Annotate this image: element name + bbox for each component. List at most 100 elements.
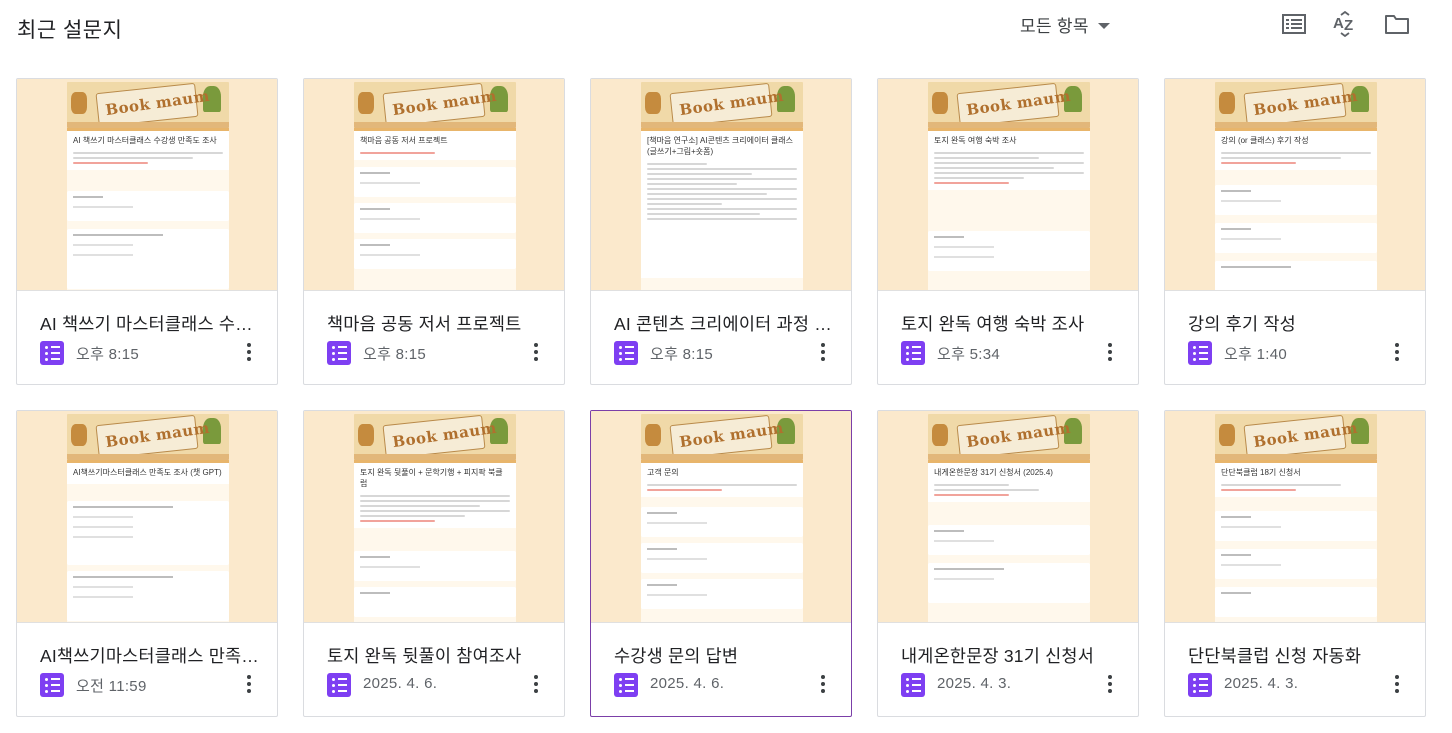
form-preview-title: 단단북클럽 18기 신청서 [1221,468,1301,477]
google-forms-icon [901,341,925,365]
form-preview: [책마음 연구소] AI콘텐츠 크리에이터 클래스 (글쓰기+그림+숏폼) [641,128,803,278]
card-title: AI책쓰기마스터클래스 만족도 조사 [40,646,262,666]
more-options-icon[interactable] [1387,339,1407,365]
bookmaum-banner-image: Book maum [354,414,516,460]
form-preview-title: 강의 (or 클래스) 후기 작성 [1221,136,1309,145]
card-title: 토지 완독 뒷풀이 참여조사 [327,646,522,666]
google-forms-icon [40,341,64,365]
form-preview: 책마음 공동 저서 프로젝트 [354,128,516,160]
svg-text:A: A [1333,15,1344,32]
form-preview: 내게온한문장 31기 신청서 (2025.4) [928,460,1090,502]
form-card[interactable]: Book maum 토지 완독 뒷풀이 + 문학기행 + 피지팍 북클럽 토지 … [303,410,565,717]
more-options-icon[interactable] [526,671,546,697]
more-options-icon[interactable] [239,671,259,697]
card-time: 2025. 4. 3. [1224,675,1299,692]
more-options-icon[interactable] [1387,671,1407,697]
form-thumbnail: Book maum AI 책쓰기 마스터클래스 수강생 만족도 조사 [17,79,277,291]
form-preview: 강의 (or 클래스) 후기 작성 [1215,128,1377,170]
bookmaum-banner-image: Book maum [1215,414,1377,460]
card-title: 토지 완독 여행 숙박 조사 [901,314,1085,334]
filter-label: 모든 항목 [1020,17,1089,36]
card-time: 2025. 4. 6. [650,675,725,692]
card-title: 내게온한문장 31기 신청서 [901,646,1094,666]
card-title: AI 콘텐츠 크리에이터 과정 신청서 [614,314,836,334]
google-forms-icon [327,673,351,697]
form-preview-title: 토지 완독 여행 숙박 조사 [934,136,1017,145]
google-forms-icon [1188,341,1212,365]
bookmaum-banner-image: Book maum [928,414,1090,460]
google-forms-icon [614,673,638,697]
form-thumbnail: Book maum 고객 문의 [591,411,851,623]
form-thumbnail: Book maum 토지 완독 뒷풀이 + 문학기행 + 피지팍 북클럽 [304,411,564,623]
bookmaum-banner-image: Book maum [641,82,803,128]
form-preview-title: 책마음 공동 저서 프로젝트 [360,136,448,145]
google-forms-icon [901,673,925,697]
folder-icon[interactable] [1384,11,1410,37]
google-forms-icon [327,341,351,365]
more-options-icon[interactable] [1100,339,1120,365]
form-preview-title: 내게온한문장 31기 신청서 (2025.4) [934,468,1053,477]
card-time: 2025. 4. 3. [937,675,1012,692]
svg-text:Z: Z [1344,17,1353,34]
form-preview-title: 토지 완독 뒷풀이 + 문학기행 + 피지팍 북클럽 [360,468,503,488]
form-preview-title: AI책쓰기마스터클래스 만족도 조사 (챗 GPT) [73,468,222,477]
form-preview: 고객 문의 [641,460,803,497]
form-preview: AI책쓰기마스터클래스 만족도 조사 (챗 GPT) [67,460,229,484]
form-preview-title: AI 책쓰기 마스터클래스 수강생 만족도 조사 [73,136,217,145]
card-time: 오후 8:15 [76,346,140,363]
more-options-icon[interactable] [1100,671,1120,697]
form-thumbnail: Book maum [책마음 연구소] AI콘텐츠 크리에이터 클래스 (글쓰기… [591,79,851,291]
google-forms-icon [614,341,638,365]
form-card[interactable]: Book maum 단단북클럽 18기 신청서 단단북클럽 신청 자동화 202… [1164,410,1426,717]
form-card[interactable]: Book maum [책마음 연구소] AI콘텐츠 크리에이터 클래스 (글쓰기… [590,78,852,385]
form-thumbnail: Book maum 토지 완독 여행 숙박 조사 [878,79,1138,291]
card-title: 책마음 공동 저서 프로젝트 [327,314,522,334]
card-time: 2025. 4. 6. [363,675,438,692]
page-title: 최근 설문지 [17,19,123,42]
form-preview: 토지 완독 뒷풀이 + 문학기행 + 피지팍 북클럽 [354,460,516,528]
form-preview-title: 고객 문의 [647,468,679,477]
owner-filter-dropdown[interactable]: 모든 항목 [1020,12,1110,37]
header: 최근 설문지 모든 항목 AZ [0,0,1452,56]
bookmaum-banner-image: Book maum [354,82,516,128]
card-title: 수강생 문의 답변 [614,646,739,666]
bookmaum-banner-image: Book maum [641,414,803,460]
form-card[interactable]: Book maum 책마음 공동 저서 프로젝트 책마음 공동 저서 프로젝트 … [303,78,565,385]
google-forms-icon [40,673,64,697]
card-time: 오후 1:40 [1224,346,1288,363]
sort-az-icon[interactable]: AZ [1332,11,1358,37]
bookmaum-banner-image: Book maum [67,414,229,460]
more-options-icon[interactable] [813,671,833,697]
form-thumbnail: Book maum 내게온한문장 31기 신청서 (2025.4) [878,411,1138,623]
form-thumbnail: Book maum 강의 (or 클래스) 후기 작성 [1165,79,1425,291]
form-card-selected[interactable]: Book maum 고객 문의 수강생 문의 답변 2025. 4. 6. [590,410,852,717]
form-preview-title: [책마음 연구소] AI콘텐츠 크리에이터 클래스 (글쓰기+그림+숏폼) [647,136,794,156]
form-thumbnail: Book maum 단단북클럽 18기 신청서 [1165,411,1425,623]
form-thumbnail: Book maum 책마음 공동 저서 프로젝트 [304,79,564,291]
form-card[interactable]: Book maum AI책쓰기마스터클래스 만족도 조사 (챗 GPT) AI책… [16,410,278,717]
form-thumbnail: Book maum AI책쓰기마스터클래스 만족도 조사 (챗 GPT) [17,411,277,623]
list-view-icon[interactable] [1281,11,1307,37]
more-options-icon[interactable] [239,339,259,365]
card-time: 오후 5:34 [937,346,1001,363]
more-options-icon[interactable] [813,339,833,365]
card-title: 단단북클럽 신청 자동화 [1188,646,1362,666]
card-time: 오후 8:15 [650,346,714,363]
form-preview: 토지 완독 여행 숙박 조사 [928,128,1090,190]
card-title: 강의 후기 작성 [1188,314,1296,334]
form-card[interactable]: Book maum 내게온한문장 31기 신청서 (2025.4) 내게온한문장… [877,410,1139,717]
card-title: AI 책쓰기 마스터클래스 수강생 만족도 조사 [40,314,262,334]
form-card[interactable]: Book maum 강의 (or 클래스) 후기 작성 강의 후기 작성 오후 … [1164,78,1426,385]
google-forms-icon [1188,673,1212,697]
more-options-icon[interactable] [526,339,546,365]
form-card[interactable]: Book maum AI 책쓰기 마스터클래스 수강생 만족도 조사 AI 책쓰… [16,78,278,385]
form-preview: AI 책쓰기 마스터클래스 수강생 만족도 조사 [67,128,229,170]
bookmaum-banner-image: Book maum [1215,82,1377,128]
card-time: 오후 8:15 [363,346,427,363]
form-card[interactable]: Book maum 토지 완독 여행 숙박 조사 토지 완독 여행 숙박 조사 … [877,78,1139,385]
caret-down-icon [1097,22,1110,29]
bookmaum-banner-image: Book maum [928,82,1090,128]
card-time: 오전 11:59 [76,678,147,695]
form-preview: 단단북클럽 18기 신청서 [1215,460,1377,497]
bookmaum-banner-image: Book maum [67,82,229,128]
